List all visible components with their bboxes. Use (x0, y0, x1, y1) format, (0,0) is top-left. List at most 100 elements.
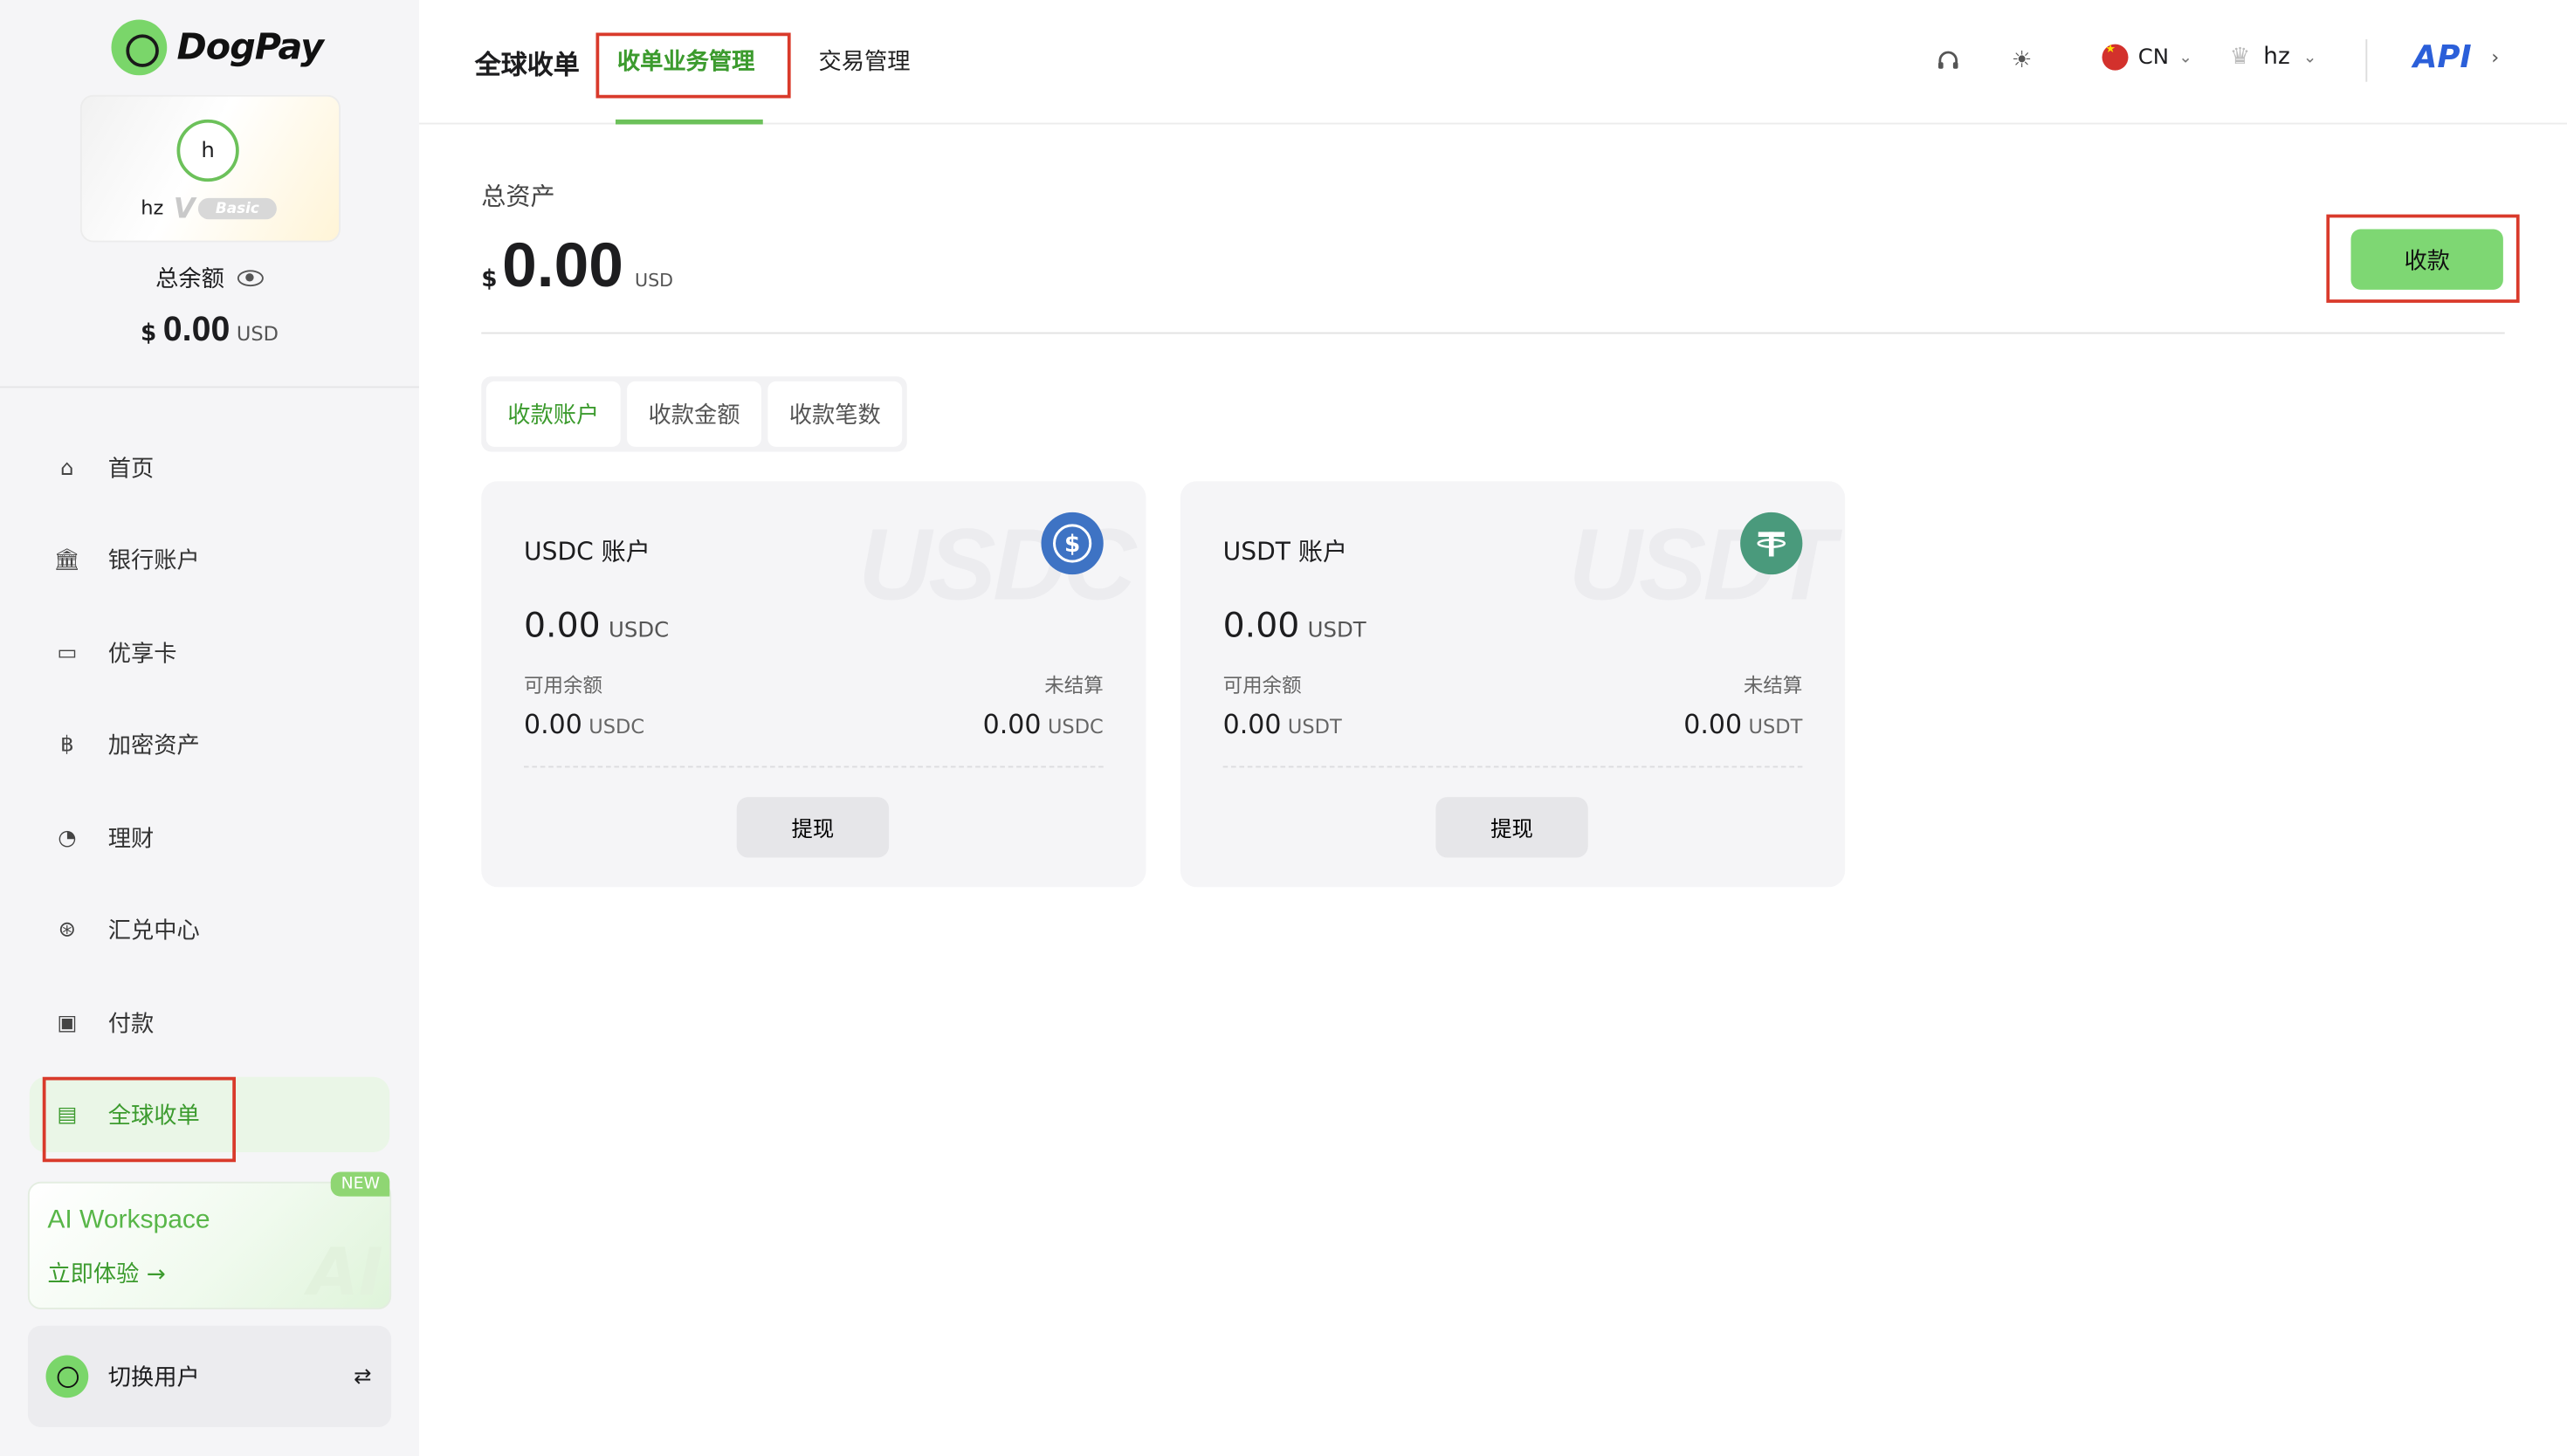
account-amount: 0.00 (524, 605, 601, 645)
balance-label-row: 总余额 (0, 262, 419, 295)
unsettled-amount: 0.00 (982, 708, 1042, 740)
switch-user-label: 切换用户 (107, 1364, 200, 1391)
ai-cta-label: 立即体验 (47, 1261, 140, 1288)
balance-amount: 0.00 (162, 311, 231, 349)
unsettled-unit: USDC (1047, 715, 1104, 738)
sidebar-divider (0, 386, 419, 388)
usdt-account-card: USDT USDT 账户 0.00 USDT 可用余额 未结算 0.00 USD… (1180, 481, 1846, 888)
balance-currency-symbol: $ (140, 320, 157, 347)
account-balance: 0.00 USDC (524, 606, 669, 645)
page-title: 全球收单 (474, 49, 580, 80)
language-label: CN (2137, 45, 2170, 70)
total-assets-value: $ 0.00 USD (481, 232, 673, 303)
ai-watermark: AI (307, 1235, 383, 1311)
highlight-box-tab (595, 32, 791, 99)
asset-currency-symbol: $ (481, 266, 498, 293)
wealth-icon: ◔ (58, 825, 77, 851)
brand-logo[interactable]: DogPay (111, 19, 324, 76)
sidebar-item-label: 汇兑中心 (107, 917, 200, 944)
tier-badge: Basic (197, 197, 277, 220)
unsettled-label: 未结算 (1743, 674, 1803, 697)
language-selector[interactable]: CN ⌄ (2102, 43, 2193, 71)
chevron-right-icon: › (2491, 45, 2500, 69)
sidebar-item-exchange[interactable]: ⊛ 汇兑中心 (30, 892, 390, 967)
chevron-down-icon: ⌄ (2302, 48, 2317, 66)
dog-logo-icon (111, 19, 168, 76)
tab-receiving-count[interactable]: 收款笔数 (767, 381, 903, 447)
unsettled-value: 0.00 USDC (983, 709, 1104, 740)
account-amount: 0.00 (1222, 605, 1300, 645)
api-label: API (2412, 39, 2472, 76)
switch-user-button[interactable]: 切换用户 ⇄ (27, 1325, 392, 1427)
tab-transaction-management[interactable]: 交易管理 (819, 45, 911, 78)
active-tab-underline (616, 119, 763, 125)
profile-username: hz (141, 196, 164, 220)
highlight-box-collect (2326, 214, 2520, 303)
sidebar-item-home[interactable]: ⌂ 首页 (30, 430, 390, 505)
sidebar-item-wealth[interactable]: ◔ 理财 (30, 800, 390, 876)
card-icon: ▭ (57, 641, 78, 666)
brand-name: DogPay (176, 26, 324, 68)
dog-logo-icon (45, 1355, 89, 1398)
available-amount: 0.00 (524, 708, 582, 740)
new-badge: NEW (331, 1171, 390, 1197)
available-label: 可用余额 (524, 674, 603, 697)
sun-icon[interactable]: ☀ (2007, 46, 2037, 76)
tab-receiving-accounts[interactable]: 收款账户 (485, 381, 621, 447)
sidebar-item-label: 付款 (107, 1011, 155, 1038)
withdraw-button[interactable]: 提现 (1435, 797, 1588, 858)
account-unit: USDC (609, 618, 670, 643)
balance-label: 总余额 (155, 266, 224, 293)
usdc-account-card: USDC USDC 账户 $ 0.00 USDC 可用余额 未结算 0.00 U… (481, 481, 1146, 888)
usdt-icon (1740, 512, 1803, 575)
bank-icon: 🏛 (53, 547, 81, 573)
sidebar-item-crypto[interactable]: ฿ 加密资产 (30, 707, 390, 782)
available-value: 0.00 USDC (524, 709, 644, 740)
sidebar-item-label: 理财 (107, 826, 155, 853)
unsettled-amount: 0.00 (1683, 708, 1743, 740)
available-value: 0.00 USDT (1223, 709, 1342, 740)
account-balance: 0.00 USDT (1223, 606, 1366, 645)
account-name: USDT 账户 (1222, 537, 1348, 567)
ai-workspace-cta[interactable]: 立即体验 → (47, 1257, 165, 1290)
avatar-letter: h (201, 138, 215, 163)
account-unit: USDT (1307, 618, 1366, 643)
usdc-icon: $ (1041, 512, 1104, 575)
chevron-down-icon: ⌄ (2178, 48, 2193, 66)
ai-workspace-title: AI Workspace (47, 1205, 210, 1234)
vip-badge-icon: V (173, 193, 196, 226)
asset-unit: USD (634, 270, 674, 292)
user-menu-label: hz (2263, 44, 2290, 71)
wallet-icon: ▣ (57, 1010, 78, 1035)
china-flag-icon (2102, 43, 2129, 71)
bitcoin-icon: ฿ (60, 732, 74, 758)
headset-icon[interactable] (1933, 46, 1963, 76)
available-unit: USDT (1287, 715, 1342, 738)
user-menu[interactable]: ♛ hz ⌄ (2230, 45, 2317, 71)
balance-value: $ 0.00 USD (0, 311, 419, 350)
ai-workspace-card[interactable]: AI NEW AI Workspace 立即体验 → (27, 1171, 392, 1311)
unsettled-label: 未结算 (1044, 674, 1104, 697)
sidebar-item-card[interactable]: ▭ 优享卡 (30, 615, 390, 690)
api-link[interactable]: API › (2413, 39, 2499, 75)
topbar-divider (2365, 39, 2368, 82)
sidebar-item-bank-account[interactable]: 🏛 银行账户 (30, 522, 390, 597)
withdraw-button[interactable]: 提现 (736, 797, 890, 858)
eye-icon[interactable] (237, 270, 264, 287)
svg-text:$: $ (1064, 532, 1080, 558)
asset-amount: 0.00 (502, 232, 623, 301)
tab-receiving-amount[interactable]: 收款金额 (627, 381, 761, 447)
account-name: USDC 账户 (524, 537, 650, 567)
segment-tabs: 收款账户 收款金额 收款笔数 (481, 376, 907, 452)
home-icon: ⌂ (60, 456, 74, 481)
highlight-box-sidebar (42, 1076, 236, 1163)
sidebar-item-label: 加密资产 (107, 733, 200, 759)
sidebar-item-label: 银行账户 (107, 548, 200, 575)
available-label: 可用余额 (1222, 674, 1302, 697)
sidebar-item-label: 首页 (107, 457, 155, 484)
profile-card[interactable]: h hz V Basic (79, 94, 341, 243)
avatar[interactable]: h (176, 119, 239, 182)
top-bar: 全球收单 收单业务管理 交易管理 ☀ CN ⌄ ♛ hz ⌄ API › (419, 0, 2567, 125)
sidebar-item-payment[interactable]: ▣ 付款 (30, 986, 390, 1061)
sidebar-item-label: 优享卡 (107, 642, 177, 668)
